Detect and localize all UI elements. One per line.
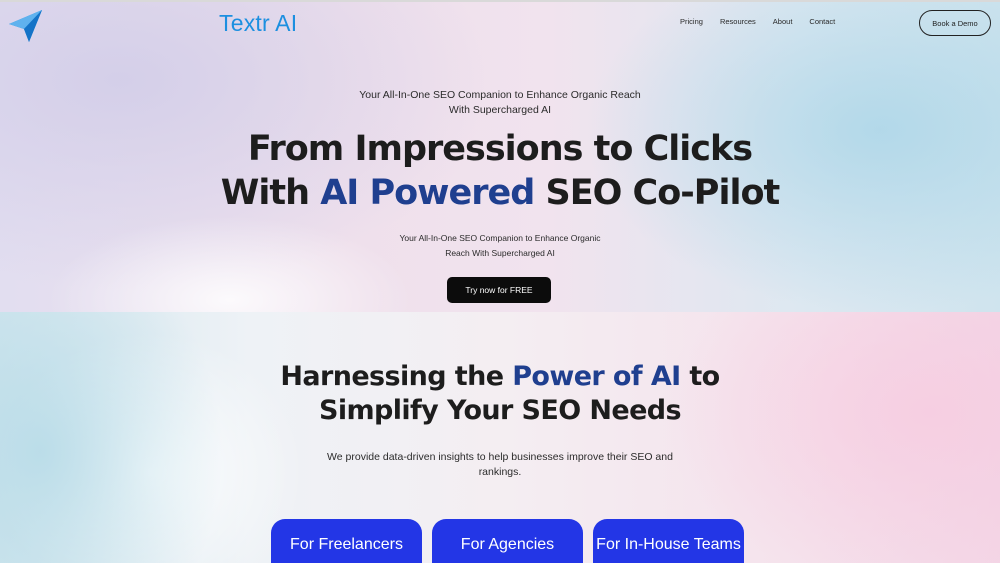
features-description: We provide data-driven insights to help … (320, 450, 680, 480)
features-heading-accent: Power of AI (512, 361, 681, 392)
card-in-house-teams[interactable]: For In-House Teams (593, 519, 744, 563)
nav-item-resources[interactable]: Resources (720, 17, 756, 27)
headline-accent: AI Powered (320, 173, 535, 213)
hero-tagline-line2: With Supercharged AI (448, 104, 552, 116)
features-description-line2: rankings. (478, 466, 522, 478)
nav-item-pricing[interactable]: Pricing (680, 17, 703, 27)
hero-tagline-line1: Your All-In-One SEO Companion to Enhance… (359, 89, 641, 101)
features-heading-pre: Harnessing the (280, 361, 513, 392)
hero-headline-line2: With AI Powered SEO Co-Pilot (150, 171, 850, 215)
hero-subtext-line2: Reach With Supercharged AI (445, 248, 555, 258)
try-free-button[interactable]: Try now for FREE (447, 277, 551, 303)
brand-name[interactable]: Textr AI (219, 10, 297, 37)
features-heading-post: to (680, 361, 720, 392)
top-border (0, 0, 1000, 2)
hero-headline: From Impressions to Clicks With AI Power… (150, 127, 850, 215)
hero-tagline: Your All-In-One SEO Companion to Enhance… (330, 88, 670, 118)
features-heading: Harnessing the Power of AI to Simplify Y… (230, 360, 770, 428)
card-freelancers[interactable]: For Freelancers (271, 519, 422, 563)
hero-subtext-line1: Your All-In-One SEO Companion to Enhance… (399, 233, 601, 243)
nav-item-contact[interactable]: Contact (809, 17, 835, 27)
main-nav: Pricing Resources About Contact (680, 17, 852, 27)
headline-pre: With (220, 173, 321, 213)
features-heading-line1: Harnessing the Power of AI to (230, 360, 770, 394)
features-heading-line2: Simplify Your SEO Needs (318, 395, 682, 426)
hero-headline-line1: From Impressions to Clicks (247, 129, 753, 169)
card-agencies[interactable]: For Agencies (432, 519, 583, 563)
paper-plane-icon[interactable] (7, 8, 43, 44)
book-demo-button[interactable]: Book a Demo (919, 10, 991, 36)
hero-subtext: Your All-In-One SEO Companion to Enhance… (380, 231, 620, 261)
nav-item-about[interactable]: About (773, 17, 793, 27)
headline-post: SEO Co-Pilot (534, 173, 780, 213)
features-description-line1: We provide data-driven insights to help … (327, 451, 673, 463)
